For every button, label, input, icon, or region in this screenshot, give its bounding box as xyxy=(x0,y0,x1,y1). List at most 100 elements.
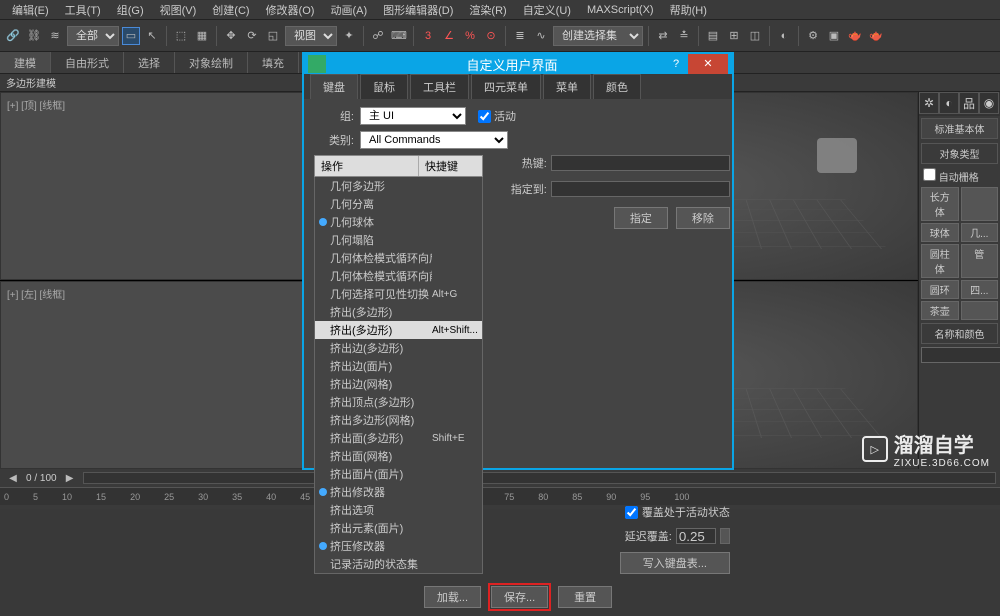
menu-customize[interactable]: 自定义(U) xyxy=(515,0,579,20)
ribbon-tab-selection[interactable]: 选择 xyxy=(124,52,175,73)
dialog-tab-quads[interactable]: 四元菜单 xyxy=(471,74,541,99)
action-list-item[interactable]: 几何多边形 xyxy=(315,177,482,195)
prev-icon[interactable]: ◀ xyxy=(4,469,22,487)
menu-animation[interactable]: 动画(A) xyxy=(322,0,375,20)
action-list-item[interactable]: 挤出面(网格) xyxy=(315,447,482,465)
ref-coord-dropdown[interactable]: 视图 xyxy=(285,26,337,46)
pivot-icon[interactable]: ✦ xyxy=(340,27,358,45)
delay-spinner[interactable] xyxy=(720,528,730,544)
action-list-item[interactable]: 挤出边(网格) xyxy=(315,375,482,393)
dialog-tab-mouse[interactable]: 鼠标 xyxy=(360,74,408,99)
ribbon-tab-populate[interactable]: 填充 xyxy=(248,52,299,73)
menu-view[interactable]: 视图(V) xyxy=(152,0,205,20)
action-list-item[interactable]: 挤出顶点(多边形) xyxy=(315,393,482,411)
menu-tools[interactable]: 工具(T) xyxy=(57,0,109,20)
group-select[interactable]: 主 UI xyxy=(360,107,466,125)
select-arrow-icon[interactable]: ↖ xyxy=(143,27,161,45)
material-editor-icon[interactable]: ◐ xyxy=(775,27,793,45)
action-list-item[interactable]: 挤出面(多边形)Shift+E xyxy=(315,429,482,447)
curve-editor-icon[interactable]: ∿ xyxy=(532,27,550,45)
spinner-snap-icon[interactable]: ⊙ xyxy=(482,27,500,45)
align-icon[interactable]: ≛ xyxy=(675,27,693,45)
ribbon-tab-freeform[interactable]: 自由形式 xyxy=(51,52,124,73)
assignto-input[interactable] xyxy=(551,181,730,197)
save-button[interactable]: 保存... xyxy=(491,586,548,608)
action-list-item[interactable]: 几何选择可见性切换Alt+G xyxy=(315,285,482,303)
torus-button[interactable]: 圆环 xyxy=(921,280,959,299)
keymode-icon[interactable]: ⌨ xyxy=(390,27,408,45)
assign-button[interactable]: 指定 xyxy=(614,207,668,229)
action-list-item[interactable]: 几何分离 xyxy=(315,195,482,213)
render-setup-icon[interactable]: ⚙ xyxy=(804,27,822,45)
geo-button[interactable]: 几... xyxy=(961,223,999,242)
hotkey-input[interactable] xyxy=(551,155,730,171)
bind-icon[interactable]: ≋ xyxy=(46,27,64,45)
ribbon-tab-modeling[interactable]: 建模 xyxy=(0,52,51,73)
scene-object[interactable] xyxy=(817,138,857,173)
unlink-icon[interactable]: ⛓ xyxy=(25,27,43,45)
snap-icon[interactable]: 3 xyxy=(419,27,437,45)
action-list-item[interactable]: 挤出元素(面片) xyxy=(315,519,482,537)
menu-create[interactable]: 创建(C) xyxy=(204,0,257,20)
active-checkbox[interactable]: 活动 xyxy=(478,108,516,124)
graph-icon[interactable]: ⊞ xyxy=(725,27,743,45)
menu-modifiers[interactable]: 修改器(O) xyxy=(258,0,323,20)
action-list-item[interactable]: 几何体检模式循环向后 xyxy=(315,249,482,267)
tube-button[interactable]: 管 xyxy=(961,244,999,278)
schematic-icon[interactable]: ◫ xyxy=(746,27,764,45)
dialog-tab-menus[interactable]: 菜单 xyxy=(543,74,591,99)
action-list-item[interactable]: 几何球体 xyxy=(315,213,482,231)
create-tab-icon[interactable]: ✲ xyxy=(919,92,939,114)
action-list-item[interactable]: 几何体检模式循环向前 xyxy=(315,267,482,285)
dialog-tab-toolbars[interactable]: 工具栏 xyxy=(410,74,469,99)
obj-type-rollout[interactable]: 对象类型 xyxy=(921,143,998,164)
menu-group[interactable]: 组(G) xyxy=(109,0,152,20)
action-list-item[interactable]: 挤压修改器 xyxy=(315,537,482,555)
menu-help[interactable]: 帮助(H) xyxy=(662,0,715,20)
name-color-rollout[interactable]: 名称和颜色 xyxy=(921,323,998,344)
dialog-help-button[interactable]: ? xyxy=(664,58,688,70)
next-icon[interactable]: ▶ xyxy=(61,469,79,487)
menu-rendering[interactable]: 渲染(R) xyxy=(461,0,514,20)
layer-manager-icon[interactable]: ▤ xyxy=(704,27,722,45)
teapot-icon[interactable]: 🫖 xyxy=(846,27,864,45)
ribbon-tab-objectpaint[interactable]: 对象绘制 xyxy=(175,52,248,73)
rotate-icon[interactable]: ⟳ xyxy=(243,27,261,45)
angle-snap-icon[interactable]: ∠ xyxy=(440,27,458,45)
header-action[interactable]: 操作 xyxy=(315,156,419,176)
menu-edit[interactable]: 编辑(E) xyxy=(4,0,57,20)
cylinder-button[interactable]: 圆柱体 xyxy=(921,244,959,278)
sphere-button[interactable]: 球体 xyxy=(921,223,959,242)
write-kb-button[interactable]: 写入键盘表... xyxy=(620,552,730,574)
teapot2-icon[interactable]: 🫖 xyxy=(867,27,885,45)
action-list-item[interactable]: 挤出边(面片) xyxy=(315,357,482,375)
action-list-item[interactable]: 记录活动的状态集 xyxy=(315,555,482,573)
menu-maxscript[interactable]: MAXScript(X) xyxy=(579,2,662,18)
load-button[interactable]: 加载... xyxy=(424,586,481,608)
teapot-button[interactable]: 茶壶 xyxy=(921,301,959,320)
autogrid-checkbox[interactable]: 自动栅格 xyxy=(921,167,981,185)
link-icon[interactable]: 🔗 xyxy=(4,27,22,45)
plane-button[interactable] xyxy=(961,301,999,320)
remove-button[interactable]: 移除 xyxy=(676,207,730,229)
motion-tab-icon[interactable]: ◉ xyxy=(979,92,999,114)
scale-icon[interactable]: ◱ xyxy=(264,27,282,45)
menu-grapheditors[interactable]: 图形编辑器(D) xyxy=(375,0,461,20)
action-list-item[interactable]: 挤出边(多边形) xyxy=(315,339,482,357)
object-name-input[interactable] xyxy=(921,347,1000,363)
manip-icon[interactable]: ☍ xyxy=(369,27,387,45)
action-list-item[interactable]: 几何塌陷 xyxy=(315,231,482,249)
hierarchy-tab-icon[interactable]: 品 xyxy=(959,92,979,114)
reset-button[interactable]: 重置 xyxy=(558,586,612,608)
dialog-close-button[interactable]: ✕ xyxy=(688,54,728,74)
action-list-item[interactable]: 挤出(多边形) xyxy=(315,303,482,321)
modify-tab-icon[interactable]: ◐ xyxy=(939,92,959,114)
header-shortcut[interactable]: 快捷键 xyxy=(419,156,482,176)
action-list-item[interactable]: 挤出(多边形)Alt+Shift... xyxy=(315,321,482,339)
action-list-item[interactable]: 挤出选项 xyxy=(315,501,482,519)
dialog-tab-colors[interactable]: 颜色 xyxy=(593,74,641,99)
category-select[interactable]: All Commands xyxy=(360,131,508,149)
action-list[interactable]: 几何多边形几何分离几何球体几何塌陷几何体检模式循环向后几何体检模式循环向前几何选… xyxy=(314,177,483,574)
render-frame-icon[interactable]: ▣ xyxy=(825,27,843,45)
c2-button[interactable] xyxy=(961,187,999,221)
